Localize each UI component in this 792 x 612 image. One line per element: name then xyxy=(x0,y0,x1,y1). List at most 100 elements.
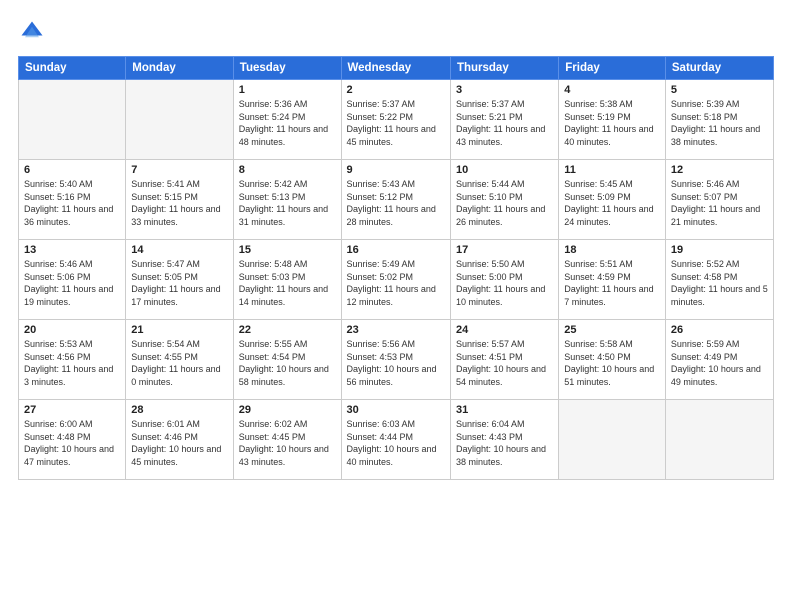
day-info: Sunrise: 5:37 AMSunset: 5:22 PMDaylight:… xyxy=(347,98,445,148)
calendar-cell: 28 Sunrise: 6:01 AMSunset: 4:46 PMDayligh… xyxy=(126,400,233,480)
day-number: 8 xyxy=(239,164,336,176)
day-number: 3 xyxy=(456,84,553,96)
day-number: 2 xyxy=(347,84,445,96)
day-info: Sunrise: 5:49 AMSunset: 5:02 PMDaylight:… xyxy=(347,258,445,308)
day-number: 5 xyxy=(671,84,768,96)
week-row-0: 1 Sunrise: 5:36 AMSunset: 5:24 PMDaylight… xyxy=(19,80,774,160)
day-number: 23 xyxy=(347,324,445,336)
weekday-header-tuesday: Tuesday xyxy=(233,57,341,80)
week-row-3: 20 Sunrise: 5:53 AMSunset: 4:56 PMDayligh… xyxy=(19,320,774,400)
day-info: Sunrise: 6:00 AMSunset: 4:48 PMDaylight:… xyxy=(24,418,120,468)
calendar-cell: 10 Sunrise: 5:44 AMSunset: 5:10 PMDayligh… xyxy=(450,160,558,240)
day-number: 7 xyxy=(131,164,227,176)
day-number: 17 xyxy=(456,244,553,256)
calendar-cell: 16 Sunrise: 5:49 AMSunset: 5:02 PMDayligh… xyxy=(341,240,450,320)
day-number: 4 xyxy=(564,84,660,96)
day-number: 19 xyxy=(671,244,768,256)
day-number: 25 xyxy=(564,324,660,336)
calendar-cell: 27 Sunrise: 6:00 AMSunset: 4:48 PMDayligh… xyxy=(19,400,126,480)
day-info: Sunrise: 5:38 AMSunset: 5:19 PMDaylight:… xyxy=(564,98,660,148)
day-number: 10 xyxy=(456,164,553,176)
page: SundayMondayTuesdayWednesdayThursdayFrid… xyxy=(0,0,792,612)
calendar-cell xyxy=(19,80,126,160)
logo-icon xyxy=(18,18,46,46)
day-number: 14 xyxy=(131,244,227,256)
day-number: 11 xyxy=(564,164,660,176)
day-number: 29 xyxy=(239,404,336,416)
day-info: Sunrise: 5:50 AMSunset: 5:00 PMDaylight:… xyxy=(456,258,553,308)
calendar-cell: 13Sunrise: 5:46 AMSunset: 5:06 PMDayligh… xyxy=(19,240,126,320)
calendar-cell: 20 Sunrise: 5:53 AMSunset: 4:56 PMDayligh… xyxy=(19,320,126,400)
day-number: 6 xyxy=(24,164,120,176)
weekday-header-wednesday: Wednesday xyxy=(341,57,450,80)
calendar-cell: 17 Sunrise: 5:50 AMSunset: 5:00 PMDayligh… xyxy=(450,240,558,320)
calendar-cell: 3 Sunrise: 5:37 AMSunset: 5:21 PMDaylight… xyxy=(450,80,558,160)
day-info: Sunrise: 5:46 AMSunset: 5:07 PMDaylight:… xyxy=(671,178,768,228)
day-info: Sunrise: 5:51 AMSunset: 4:59 PMDaylight:… xyxy=(564,258,660,308)
day-info: Sunrise: 5:40 AMSunset: 5:16 PMDaylight:… xyxy=(24,178,120,228)
week-row-1: 6 Sunrise: 5:40 AMSunset: 5:16 PMDaylight… xyxy=(19,160,774,240)
day-info: Sunrise: 5:48 AMSunset: 5:03 PMDaylight:… xyxy=(239,258,336,308)
calendar-cell xyxy=(126,80,233,160)
calendar-cell xyxy=(665,400,773,480)
day-info: Sunrise: 5:47 AMSunset: 5:05 PMDaylight:… xyxy=(131,258,227,308)
day-info: Sunrise: 5:55 AMSunset: 4:54 PMDaylight:… xyxy=(239,338,336,388)
calendar-cell: 31Sunrise: 6:04 AMSunset: 4:43 PMDayligh… xyxy=(450,400,558,480)
calendar-cell: 8 Sunrise: 5:42 AMSunset: 5:13 PMDaylight… xyxy=(233,160,341,240)
day-number: 26 xyxy=(671,324,768,336)
day-info: Sunrise: 5:54 AMSunset: 4:55 PMDaylight:… xyxy=(131,338,227,388)
calendar-cell: 7 Sunrise: 5:41 AMSunset: 5:15 PMDaylight… xyxy=(126,160,233,240)
day-number: 16 xyxy=(347,244,445,256)
calendar-cell: 9Sunrise: 5:43 AMSunset: 5:12 PMDaylight… xyxy=(341,160,450,240)
day-number: 22 xyxy=(239,324,336,336)
day-info: Sunrise: 6:01 AMSunset: 4:46 PMDaylight:… xyxy=(131,418,227,468)
day-number: 18 xyxy=(564,244,660,256)
calendar-cell: 19 Sunrise: 5:52 AMSunset: 4:58 PMDayligh… xyxy=(665,240,773,320)
calendar-cell: 22 Sunrise: 5:55 AMSunset: 4:54 PMDayligh… xyxy=(233,320,341,400)
day-number: 27 xyxy=(24,404,120,416)
day-info: Sunrise: 5:41 AMSunset: 5:15 PMDaylight:… xyxy=(131,178,227,228)
day-number: 12 xyxy=(671,164,768,176)
day-number: 31 xyxy=(456,404,553,416)
day-info: Sunrise: 5:44 AMSunset: 5:10 PMDaylight:… xyxy=(456,178,553,228)
calendar-cell: 29 Sunrise: 6:02 AMSunset: 4:45 PMDayligh… xyxy=(233,400,341,480)
calendar-cell xyxy=(559,400,666,480)
calendar: SundayMondayTuesdayWednesdayThursdayFrid… xyxy=(18,56,774,480)
day-info: Sunrise: 6:02 AMSunset: 4:45 PMDaylight:… xyxy=(239,418,336,468)
weekday-header-thursday: Thursday xyxy=(450,57,558,80)
day-info: Sunrise: 5:53 AMSunset: 4:56 PMDaylight:… xyxy=(24,338,120,388)
week-row-2: 13Sunrise: 5:46 AMSunset: 5:06 PMDayligh… xyxy=(19,240,774,320)
day-info: Sunrise: 5:45 AMSunset: 5:09 PMDaylight:… xyxy=(564,178,660,228)
day-info: Sunrise: 5:36 AMSunset: 5:24 PMDaylight:… xyxy=(239,98,336,148)
day-number: 28 xyxy=(131,404,227,416)
calendar-cell: 14 Sunrise: 5:47 AMSunset: 5:05 PMDayligh… xyxy=(126,240,233,320)
day-info: Sunrise: 5:37 AMSunset: 5:21 PMDaylight:… xyxy=(456,98,553,148)
day-info: Sunrise: 5:59 AMSunset: 4:49 PMDaylight:… xyxy=(671,338,768,388)
week-row-4: 27 Sunrise: 6:00 AMSunset: 4:48 PMDayligh… xyxy=(19,400,774,480)
weekday-header-sunday: Sunday xyxy=(19,57,126,80)
day-number: 20 xyxy=(24,324,120,336)
day-number: 24 xyxy=(456,324,553,336)
day-info: Sunrise: 5:58 AMSunset: 4:50 PMDaylight:… xyxy=(564,338,660,388)
calendar-cell: 2 Sunrise: 5:37 AMSunset: 5:22 PMDaylight… xyxy=(341,80,450,160)
logo xyxy=(18,18,50,46)
day-info: Sunrise: 5:57 AMSunset: 4:51 PMDaylight:… xyxy=(456,338,553,388)
calendar-cell: 11 Sunrise: 5:45 AMSunset: 5:09 PMDayligh… xyxy=(559,160,666,240)
calendar-cell: 25 Sunrise: 5:58 AMSunset: 4:50 PMDayligh… xyxy=(559,320,666,400)
day-info: Sunrise: 5:52 AMSunset: 4:58 PMDaylight:… xyxy=(671,258,768,308)
day-number: 15 xyxy=(239,244,336,256)
calendar-cell: 18 Sunrise: 5:51 AMSunset: 4:59 PMDayligh… xyxy=(559,240,666,320)
day-info: Sunrise: 5:46 AMSunset: 5:06 PMDaylight:… xyxy=(24,258,120,308)
calendar-cell: 26 Sunrise: 5:59 AMSunset: 4:49 PMDayligh… xyxy=(665,320,773,400)
weekday-header-monday: Monday xyxy=(126,57,233,80)
calendar-cell: 12 Sunrise: 5:46 AMSunset: 5:07 PMDayligh… xyxy=(665,160,773,240)
calendar-cell: 1 Sunrise: 5:36 AMSunset: 5:24 PMDaylight… xyxy=(233,80,341,160)
calendar-cell: 30Sunrise: 6:03 AMSunset: 4:44 PMDayligh… xyxy=(341,400,450,480)
day-number: 1 xyxy=(239,84,336,96)
calendar-cell: 24 Sunrise: 5:57 AMSunset: 4:51 PMDayligh… xyxy=(450,320,558,400)
day-info: Sunrise: 5:42 AMSunset: 5:13 PMDaylight:… xyxy=(239,178,336,228)
calendar-cell: 4 Sunrise: 5:38 AMSunset: 5:19 PMDaylight… xyxy=(559,80,666,160)
weekday-header-saturday: Saturday xyxy=(665,57,773,80)
calendar-cell: 15 Sunrise: 5:48 AMSunset: 5:03 PMDayligh… xyxy=(233,240,341,320)
day-info: Sunrise: 6:03 AMSunset: 4:44 PMDaylight:… xyxy=(347,418,445,468)
